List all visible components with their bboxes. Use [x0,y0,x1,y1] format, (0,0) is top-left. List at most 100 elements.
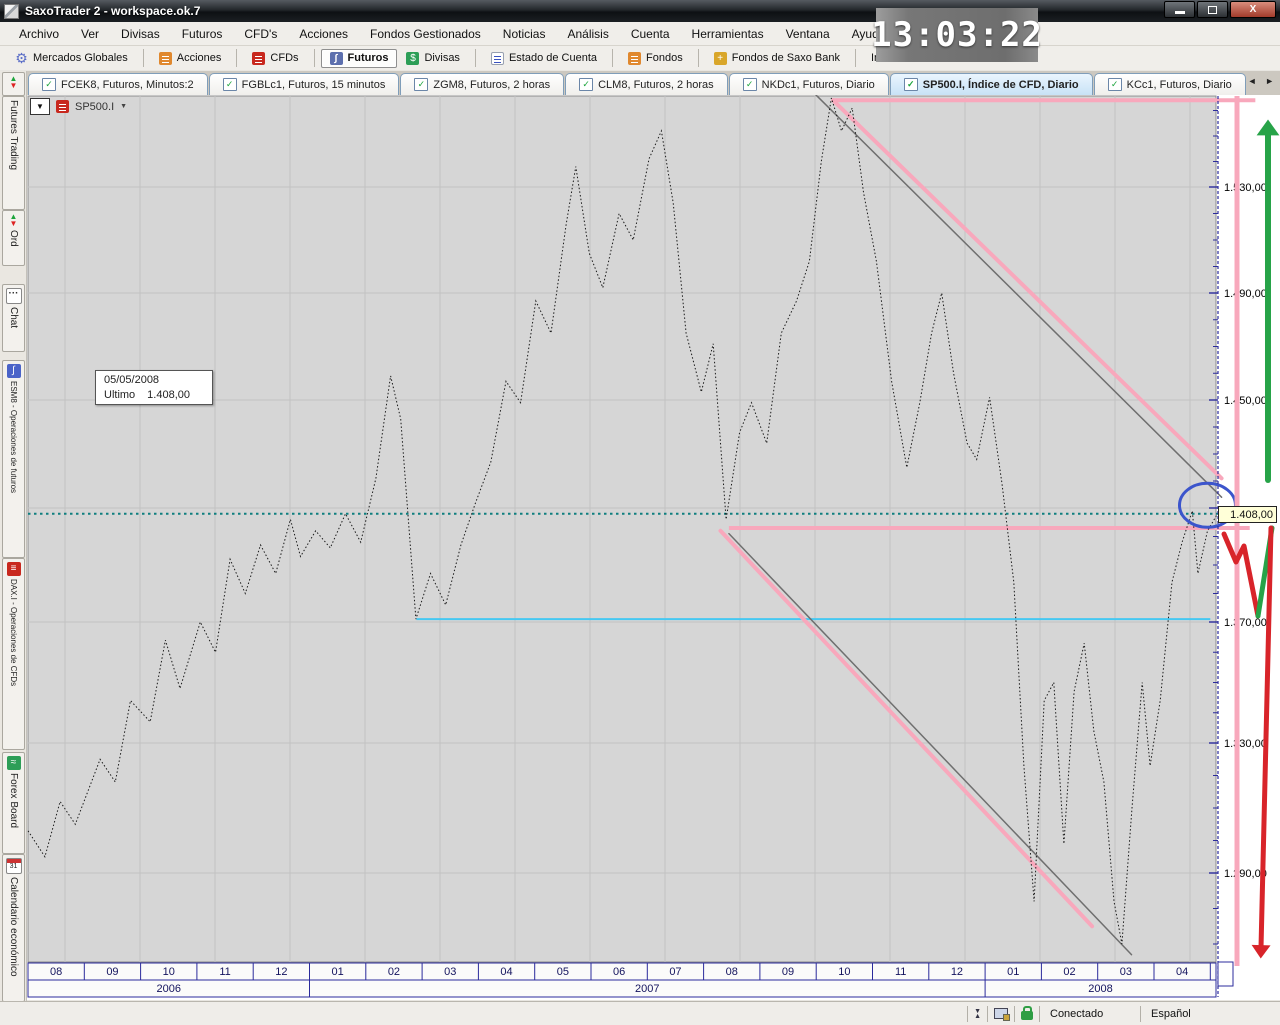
orders-icon: ▲ ▼ [9,212,18,228]
month-label: 08 [726,966,738,978]
toolbar-separator [474,49,476,67]
toolbar-estado-de-cuenta[interactable]: Estado de Cuenta [482,49,606,68]
toolbar-fondos-de-saxo-bank[interactable]: + Fondos de Saxo Bank [705,49,849,68]
month-label: 06 [613,966,625,978]
tab-sp500-i-ndice-de-cfd-diario[interactable]: ✓ SP500.I, Índice de CFD, Diario [889,73,1093,95]
toolbar-mercados-globales[interactable]: ⚙ Mercados Globales [6,49,137,68]
shares-icon [158,51,172,65]
month-label: 01 [332,966,344,978]
menu-archivo[interactable]: Archivo [8,24,70,44]
toolbar-label: Divisas [424,52,460,64]
up-down-arrows-icon: ▲ ▼ [9,74,18,90]
month-label: 11 [895,966,906,978]
pink-downtrend-lower[interactable] [718,528,1095,929]
y-axis-label: 1.330,00 [1224,738,1267,750]
app-icon [4,3,19,19]
sidebar-item-label: Calendario económico [8,877,19,977]
clock-display: 13:03:22 [871,8,1042,62]
fx-icon: $ [406,51,420,65]
tab-label: ZGM8, Futuros, 2 horas [433,78,551,91]
tab-fgblc1-futuros-15-minutos[interactable]: ✓ FGBLc1, Futuros, 15 minutos [208,73,400,95]
sidebar-item-label: Chat [8,307,19,329]
green-rebound-line[interactable] [1255,525,1275,619]
cfd-icon [252,51,266,65]
year-label: 2008 [1088,983,1112,995]
toolbar-fondos[interactable]: Fondos [619,49,692,68]
red-down-arrow[interactable] [1258,525,1274,951]
toolbar-divisas[interactable]: $ Divisas [397,49,468,68]
minimize-button[interactable] [1164,1,1195,18]
menu-ventana[interactable]: Ventana [775,24,841,44]
month-label: 12 [951,966,963,978]
gray-downtrend-lower[interactable] [728,532,1133,956]
tab-nkdc1-futuros-diario[interactable]: ✓ NKDc1, Futuros, Diario [728,73,889,95]
tab-kcc1-futuros-diario[interactable]: ✓ KCc1, Futuros, Diario [1093,73,1246,95]
account-statement-icon [490,51,504,65]
sidebar-item-label: Futures Trading [8,100,19,171]
month-label: 02 [1063,966,1075,978]
sidebar-item-label: ESM8 - Operaciones de futuros [9,381,18,494]
connection-status: Conectado [1050,1007,1104,1020]
tab-zgm8-futuros-2-horas[interactable]: ✓ ZGM8, Futuros, 2 horas [400,73,565,95]
y-axis-label: 1.530,00 [1224,182,1267,194]
menu-divisas[interactable]: Divisas [110,24,171,44]
chat-icon: ··· [5,288,22,304]
arrow-head [1256,119,1280,136]
month-label: 07 [669,966,681,978]
toolbar-acciones[interactable]: Acciones [150,49,231,68]
price-series-line[interactable] [27,97,1219,945]
sidebar-item-ord[interactable]: ▲ ▼ Ord [2,210,25,266]
menu-herramientas[interactable]: Herramientas [681,24,775,44]
sidebar-item-dax-i-operaciones-de-cfds[interactable]: ≡ DAX.I - Operaciones de CFDs [2,558,25,750]
pink-downtrend-upper[interactable] [831,98,1224,481]
instrument-dropdown-icon[interactable]: ▼ [120,103,127,110]
year-label: 2006 [157,983,181,995]
menu-cuenta[interactable]: Cuenta [620,24,681,44]
month-label: 03 [444,966,456,978]
gray-downtrend-upper[interactable] [815,94,1223,498]
menu-ver[interactable]: Ver [70,24,110,44]
menu-futuros[interactable]: Futuros [171,24,234,44]
menu-fondos-gestionados[interactable]: Fondos Gestionados [359,24,492,44]
sidebar-item-forex-board[interactable]: ≈ Forex Board [2,752,25,854]
tab-fcek8-futuros-minutos-2[interactable]: ✓ FCEK8, Futuros, Minutos:2 [28,73,208,95]
chart-dropdown-button[interactable]: ▼ [30,98,50,115]
month-axis-row [27,962,1217,981]
cfd-icon [56,100,69,113]
red-zigzag[interactable] [1221,531,1261,619]
month-label: 09 [106,966,118,978]
futures-blue-icon: ∫ [6,364,21,378]
restore-button[interactable] [1197,1,1228,18]
plot-area[interactable] [27,95,1217,963]
month-label: 10 [163,966,175,978]
toolbar-label: CFDs [270,52,299,64]
chart-window-icon: ✓ [42,78,56,91]
month-label: 05 [557,966,569,978]
price-chart[interactable]: 1.530,00 1.490,00 1.450,00 1.370,00 1.330,00… [0,0,1280,1024]
toolbar-futuros[interactable]: ∫ Futuros [320,48,398,68]
sidebar-item-chat[interactable]: ··· Chat [2,284,25,352]
tab-scroll-arrows[interactable]: ◄ ► [1248,76,1277,86]
chart-canvas-bg [26,95,1280,1000]
tab-label: KCc1, Futuros, Diario [1126,78,1232,91]
tooltip-value: 1.408,00 [147,389,190,401]
toolbar-cfds[interactable]: CFDs [243,49,307,68]
menu-an-lisis[interactable]: Análisis [556,24,619,44]
menu-acciones[interactable]: Acciones [288,24,359,44]
toolbar-separator [612,49,614,67]
tab-label: NKDc1, Futuros, Diario [761,78,875,91]
sidebar-item-calendario-econ-mico[interactable]: 31 Calendario económico [2,854,25,1002]
close-button[interactable]: X [1230,1,1276,18]
axis-corner-box [1217,961,1234,987]
tab-clm8-futuros-2-horas[interactable]: ✓ CLM8, Futuros, 2 horas [565,73,728,95]
menu-bar: Archivo Ver Divisas Futuros CFD's Acciones Fon… [0,22,1280,46]
month-label: 03 [1120,966,1132,978]
title-bar: SaxoTrader 2 - workspace.ok.7 X [0,0,1280,22]
menu-cfd-s[interactable]: CFD's [233,24,288,44]
sidebar-item-futures-trading[interactable]: Futures Trading [2,96,25,210]
forex-green-icon: ≈ [6,756,21,770]
sidebar-item-esm8-operaciones-de-futuros[interactable]: ∫ ESM8 - Operaciones de futuros [2,360,25,558]
month-label: 09 [782,966,794,978]
y-axis-label: 1.370,00 [1224,617,1267,629]
menu-noticias[interactable]: Noticias [492,24,557,44]
